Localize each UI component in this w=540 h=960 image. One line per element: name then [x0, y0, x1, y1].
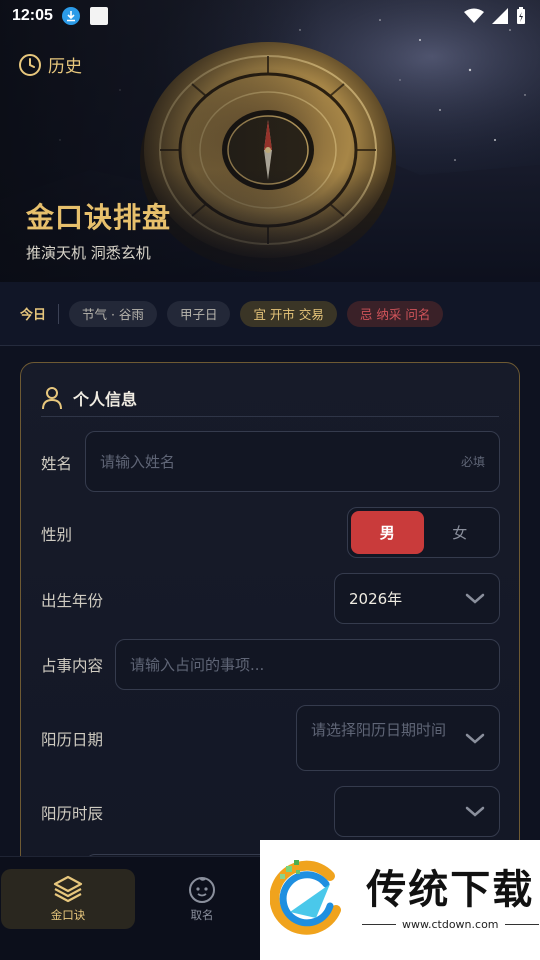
- personal-info-card: 个人信息 姓名 请输入姓名 必填 性别 男 女 出生年份 2026年 占事内容 …: [20, 362, 520, 922]
- watermark-title: 传统下载: [366, 866, 535, 913]
- day-chip: 甲子日: [166, 300, 231, 327]
- matter-placeholder: 请输入占问的事项...: [130, 656, 265, 674]
- gender-toggle: 男 女: [347, 507, 500, 558]
- inauspicious-chip: 忌 纳采 问名: [346, 300, 444, 327]
- battery-icon: [517, 7, 525, 24]
- birth-year-value: 2026年: [349, 590, 403, 608]
- clock-icon: [19, 53, 41, 76]
- nav-label-jinkoujue: 金口诀: [50, 908, 86, 922]
- chevron-down-icon: [465, 593, 485, 604]
- wifi-icon: [464, 8, 484, 23]
- chevron-down-icon: [465, 806, 485, 817]
- almanac-strip: 今日 节气 · 谷雨 甲子日 宜 开市 交易 忌 纳采 问名: [0, 282, 540, 346]
- watermark-logo: [270, 860, 341, 935]
- required-hint: 必填: [460, 455, 485, 469]
- nav-item-naming[interactable]: 取名: [135, 869, 269, 929]
- solar-hour-select[interactable]: [334, 786, 500, 837]
- history-label: 历史: [48, 57, 82, 77]
- watermark-url: www.ctdown.com: [402, 917, 499, 931]
- nav-label-naming: 取名: [190, 908, 214, 922]
- matter-input[interactable]: 请输入占问的事项...: [115, 639, 500, 690]
- name-placeholder: 请输入姓名: [100, 453, 176, 471]
- card-title: 个人信息: [73, 389, 138, 409]
- birth-year-label: 出生年份: [41, 592, 104, 610]
- nav-item-jinkoujue[interactable]: 金口诀: [1, 869, 135, 929]
- solar-date-select[interactable]: 请选择阳历日期时间: [296, 705, 500, 771]
- gender-male-button[interactable]: 男: [351, 511, 424, 554]
- card-header: 个人信息: [41, 379, 499, 417]
- chevron-down-icon: [465, 733, 485, 744]
- hero-banner: 12:05 历史 金口诀排盘 推演天机 洞悉玄机: [0, 0, 540, 282]
- layers-icon: [53, 875, 83, 903]
- gender-label: 性别: [41, 526, 73, 544]
- solar-date-label: 阳历日期: [41, 731, 104, 749]
- almanac-divider: [58, 303, 60, 324]
- signal-icon: [492, 8, 508, 24]
- solar-date-placeholder: 请选择阳历日期时间: [311, 721, 447, 739]
- baby-face-icon: [189, 877, 215, 903]
- name-input[interactable]: 请输入姓名 必填: [85, 431, 500, 492]
- history-button[interactable]: 历史: [18, 52, 82, 77]
- download-icon: [61, 7, 80, 25]
- page-title: 金口诀排盘: [26, 201, 172, 234]
- app-notification-icon: [89, 7, 108, 25]
- auspicious-chip: 宜 开市 交易: [240, 300, 337, 327]
- gender-female-button[interactable]: 女: [424, 511, 497, 554]
- user-icon: [42, 386, 62, 409]
- matter-label: 占事内容: [41, 657, 104, 675]
- page-subtitle: 推演天机 洞悉玄机: [26, 244, 151, 262]
- status-time: 12:05: [12, 7, 53, 24]
- birth-year-select[interactable]: 2026年: [334, 573, 500, 624]
- today-label: 今日: [20, 308, 47, 323]
- solar-hour-label: 阳历时辰: [41, 805, 104, 823]
- name-label: 姓名: [41, 455, 73, 473]
- status-bar: 12:05: [0, 0, 540, 32]
- watermark-ad: 传统下载 www.ctdown.com: [260, 840, 540, 960]
- solar-term-chip: 节气 · 谷雨: [69, 300, 157, 327]
